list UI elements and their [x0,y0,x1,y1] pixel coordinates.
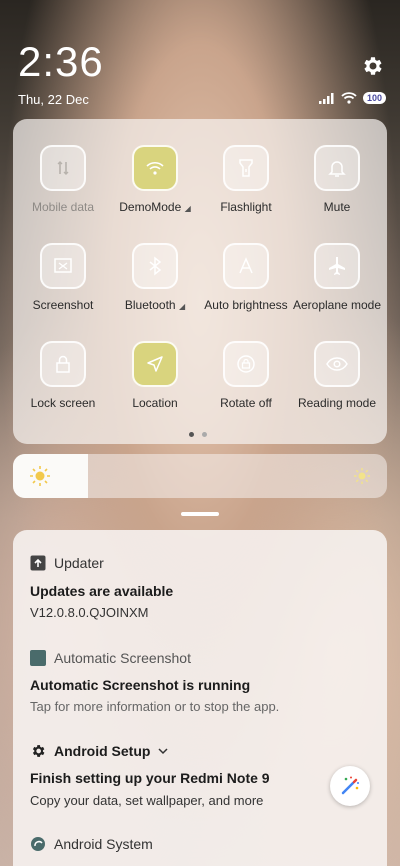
location-icon [147,356,163,372]
notification-title: Updates are available [30,583,174,599]
notification-header: Android System [30,836,153,852]
wifi-icon [146,162,164,175]
battery-indicator: 100 [362,92,386,104]
tile-label: Location [132,396,178,410]
auto-brightness-icon [239,257,253,274]
tile-rotate-off[interactable]: Rotate off [200,341,292,410]
drag-handle[interactable] [181,512,219,516]
tile-screenshot[interactable]: Screenshot [17,243,109,312]
tile-button[interactable] [223,243,269,289]
expand-arrow-icon: ◢ [184,204,191,213]
notification-body: Copy your data, set wallpaper, and more [30,793,264,808]
gear-small-icon [32,745,45,757]
quick-settings-panel: Mobile data DemoMode ◢ Flashlight Mute S… [13,119,387,444]
lock-icon [56,355,70,373]
tile-label: Mute [323,200,351,214]
tile-button[interactable] [132,145,178,191]
notification-title: Finish setting up your Redmi Note 9 [30,770,270,786]
tile-lock-screen[interactable]: Lock screen [17,341,109,410]
flashlight-icon [239,159,253,177]
screenshot-icon [54,258,72,273]
tile-auto-brightness[interactable]: Auto brightness [200,243,292,312]
notification-app-name: Automatic Screenshot [54,650,191,666]
tile-button[interactable] [132,341,178,387]
mobile-data-icon [57,161,69,175]
signal-icon [318,92,334,104]
android-system-icon [31,837,45,851]
tile-label: Auto brightness [204,298,288,312]
page-dot [202,432,207,437]
page-dot-active [189,432,194,437]
notification-app-name: Android System [54,836,153,852]
tile-button[interactable] [314,341,360,387]
tile-demomode[interactable]: DemoMode ◢ [109,145,201,214]
tile-label: Lock screen [30,396,96,410]
tile-bluetooth[interactable]: Bluetooth ◢ [109,243,201,312]
app-square-icon [30,650,46,666]
tile-label: Screenshot [32,298,94,312]
magic-wand-button[interactable] [330,766,370,806]
bell-icon [328,161,346,177]
aeroplane-icon [329,257,345,275]
sun-max-icon [354,468,370,484]
tile-button[interactable] [40,341,86,387]
page-indicator [189,432,207,437]
tile-button[interactable] [223,341,269,387]
date[interactable]: Thu, 22 Dec [18,92,89,107]
tile-label: Mobile data [31,200,95,214]
brightness-slider[interactable] [13,454,387,498]
notification-list: Updater Updates are available V12.0.8.0.… [13,530,387,866]
notification-header: Automatic Screenshot [30,650,191,666]
notification-body: Tap for more information or to stop the … [30,699,280,714]
tile-label: Flashlight [220,200,272,214]
clock[interactable]: 2:36 [18,38,104,86]
tile-button[interactable] [40,145,86,191]
tile-location[interactable]: Location [109,341,201,410]
tile-mute[interactable]: Mute [291,145,383,214]
gear-icon[interactable] [360,54,384,78]
tile-reading-mode[interactable]: Reading mode [291,341,383,410]
tile-mobile-data[interactable]: Mobile data [17,145,109,214]
notification-title: Automatic Screenshot is running [30,677,251,693]
tile-button[interactable] [223,145,269,191]
tile-aeroplane-mode[interactable]: Aeroplane mode [291,243,383,312]
system-icons: 100 [318,92,386,104]
rotate-icon [237,355,255,373]
tile-button[interactable] [40,243,86,289]
eye-icon [326,357,348,371]
status-area: 2:36 Thu, 22 Dec 100 [0,0,400,120]
bluetooth-icon [149,256,162,276]
notification-app-name: Updater [54,555,104,571]
tile-button[interactable] [314,145,360,191]
tile-button[interactable] [314,243,360,289]
notification-app-name: Android Setup [54,743,151,759]
notification-header: Android Setup [30,743,168,759]
tile-button[interactable] [132,243,178,289]
notification-header: Updater [30,555,104,571]
expand-arrow-icon: ◢ [178,302,186,311]
tile-flashlight[interactable]: Flashlight [200,145,292,214]
tile-label: Aeroplane mode [292,298,382,312]
tile-label: Reading mode [297,396,377,410]
tile-label: Bluetooth ◢ [124,298,186,312]
magic-wand-icon [341,776,359,795]
wifi-status-icon [341,92,357,104]
sun-icon [30,466,50,486]
notification-body: V12.0.8.0.QJOINXM [30,605,149,620]
tile-label: Rotate off [220,396,272,410]
chevron-down-icon[interactable] [158,747,168,755]
upload-icon [30,555,46,571]
tile-label: DemoMode ◢ [119,200,191,214]
